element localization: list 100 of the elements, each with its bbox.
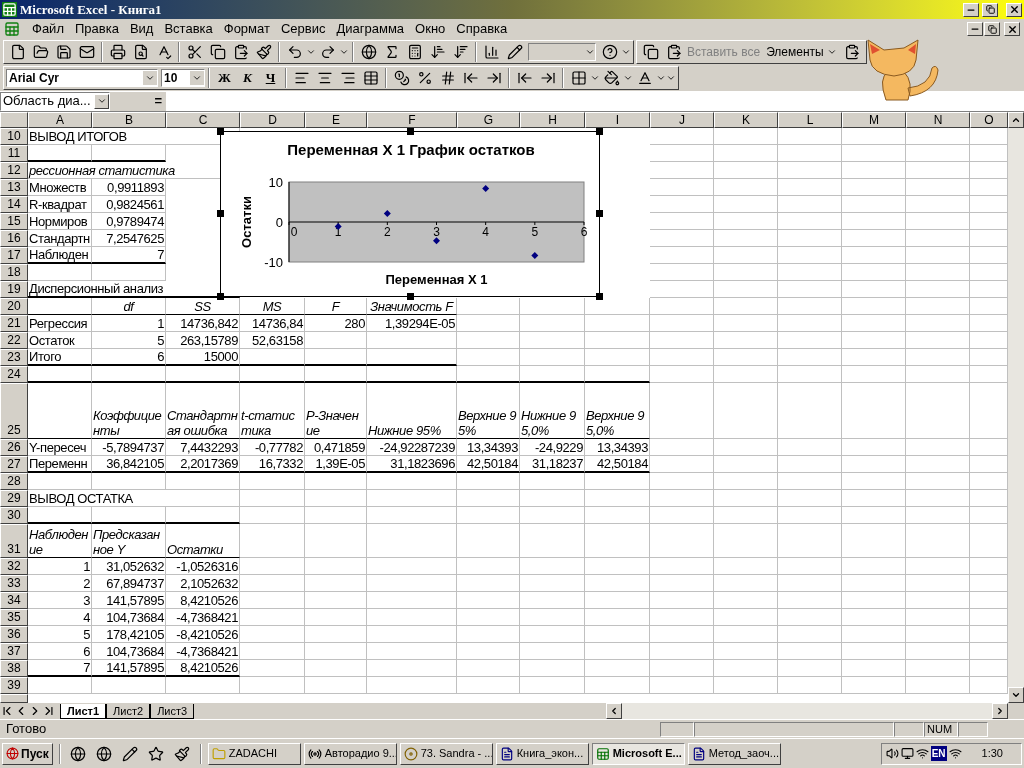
- empty-cell[interactable]: [650, 196, 714, 213]
- empty-cell[interactable]: [778, 456, 842, 473]
- empty-cell[interactable]: [778, 507, 842, 524]
- row-header[interactable]: [0, 694, 28, 703]
- row-header[interactable]: 39: [0, 677, 28, 694]
- empty-cell[interactable]: [714, 298, 778, 315]
- empty-cell[interactable]: [842, 247, 906, 264]
- open-folder-icon[interactable]: [32, 44, 49, 60]
- empty-cell[interactable]: [714, 383, 778, 439]
- empty-cell[interactable]: [650, 507, 714, 524]
- empty-cell[interactable]: [906, 145, 970, 162]
- menu-item[interactable]: Окно: [410, 19, 451, 39]
- row-header[interactable]: 38: [0, 660, 28, 677]
- empty-cell[interactable]: [367, 592, 457, 609]
- empty-cell[interactable]: [778, 643, 842, 660]
- empty-cell[interactable]: [457, 332, 520, 349]
- taskbar-button[interactable]: ZADACHI: [207, 742, 301, 765]
- column-header[interactable]: G: [457, 112, 520, 128]
- empty-cell[interactable]: [906, 660, 970, 677]
- empty-cell[interactable]: [714, 575, 778, 592]
- empty-cell[interactable]: [367, 332, 457, 349]
- empty-cell[interactable]: [778, 230, 842, 247]
- empty-cell[interactable]: [842, 128, 906, 145]
- italic-button[interactable]: К: [236, 67, 259, 89]
- column-header[interactable]: K: [714, 112, 778, 128]
- empty-cell[interactable]: [650, 643, 714, 660]
- brush-icon[interactable]: [174, 745, 191, 762]
- empty-cell[interactable]: [166, 366, 240, 383]
- empty-cell[interactable]: [166, 473, 240, 490]
- empty-cell[interactable]: [842, 383, 906, 439]
- empty-cell[interactable]: [520, 609, 585, 626]
- empty-cell[interactable]: [367, 575, 457, 592]
- empty-cell[interactable]: [457, 677, 520, 694]
- align-left-icon[interactable]: [293, 70, 310, 86]
- row-header[interactable]: 16: [0, 230, 28, 247]
- empty-cell[interactable]: [906, 332, 970, 349]
- globe-icon[interactable]: [360, 44, 377, 60]
- empty-cell[interactable]: [842, 196, 906, 213]
- empty-cell[interactable]: [367, 677, 457, 694]
- selection-handle[interactable]: [217, 293, 224, 300]
- close-button[interactable]: [1006, 2, 1022, 17]
- empty-cell[interactable]: [305, 473, 367, 490]
- empty-cell[interactable]: [842, 677, 906, 694]
- empty-cell[interactable]: [520, 349, 585, 366]
- empty-cell[interactable]: [92, 264, 166, 281]
- empty-cell[interactable]: [842, 281, 906, 298]
- selection-handle[interactable]: [217, 128, 224, 135]
- empty-cell[interactable]: [585, 524, 650, 558]
- empty-cell[interactable]: [585, 626, 650, 643]
- empty-cell[interactable]: [585, 558, 650, 575]
- empty-cell[interactable]: [305, 677, 367, 694]
- empty-cell[interactable]: [842, 349, 906, 366]
- empty-cell[interactable]: [906, 281, 970, 298]
- empty-cell[interactable]: [778, 383, 842, 439]
- empty-cell[interactable]: [305, 507, 367, 524]
- align-right-icon[interactable]: [339, 70, 356, 86]
- pencil-icon[interactable]: [506, 44, 523, 60]
- empty-cell[interactable]: [520, 660, 585, 677]
- selection-handle[interactable]: [407, 128, 414, 135]
- last-sheet-icon[interactable]: [42, 704, 56, 718]
- column-header[interactable]: M: [842, 112, 906, 128]
- empty-cell[interactable]: [906, 230, 970, 247]
- empty-cell[interactable]: [714, 366, 778, 383]
- empty-cell[interactable]: [305, 366, 367, 383]
- empty-cell[interactable]: [585, 490, 650, 507]
- empty-cell[interactable]: [842, 609, 906, 626]
- empty-cell[interactable]: [778, 128, 842, 145]
- empty-cell[interactable]: [906, 196, 970, 213]
- empty-cell[interactable]: [714, 592, 778, 609]
- empty-cell[interactable]: [585, 349, 650, 366]
- currency-icon[interactable]: [393, 70, 410, 86]
- column-header[interactable]: J: [650, 112, 714, 128]
- empty-cell[interactable]: [842, 575, 906, 592]
- empty-cell[interactable]: [906, 179, 970, 196]
- column-header[interactable]: C: [166, 112, 240, 128]
- empty-cell[interactable]: [650, 558, 714, 575]
- empty-cell[interactable]: [714, 128, 778, 145]
- empty-cell[interactable]: [367, 626, 457, 643]
- network-icon[interactable]: [915, 747, 929, 760]
- row-header[interactable]: 24: [0, 366, 28, 383]
- empty-cell[interactable]: [650, 298, 714, 315]
- empty-cell[interactable]: [457, 643, 520, 660]
- language-indicator[interactable]: EN: [930, 746, 947, 761]
- empty-cell[interactable]: [585, 332, 650, 349]
- indent-increase-icon[interactable]: [539, 70, 556, 86]
- empty-cell[interactable]: [650, 145, 714, 162]
- menu-item[interactable]: Формат: [218, 19, 275, 39]
- empty-cell[interactable]: [778, 213, 842, 230]
- pencil-icon[interactable]: [122, 745, 139, 762]
- empty-cell[interactable]: [650, 626, 714, 643]
- empty-cell[interactable]: [778, 366, 842, 383]
- empty-cell[interactable]: [457, 558, 520, 575]
- copy-icon[interactable]: [642, 44, 659, 60]
- empty-cell[interactable]: [305, 643, 367, 660]
- mail-icon[interactable]: [78, 44, 95, 60]
- scroll-right-icon[interactable]: [995, 706, 1005, 716]
- empty-cell[interactable]: [714, 213, 778, 230]
- empty-cell[interactable]: [240, 558, 305, 575]
- empty-cell[interactable]: [650, 162, 714, 179]
- empty-cell[interactable]: [842, 366, 906, 383]
